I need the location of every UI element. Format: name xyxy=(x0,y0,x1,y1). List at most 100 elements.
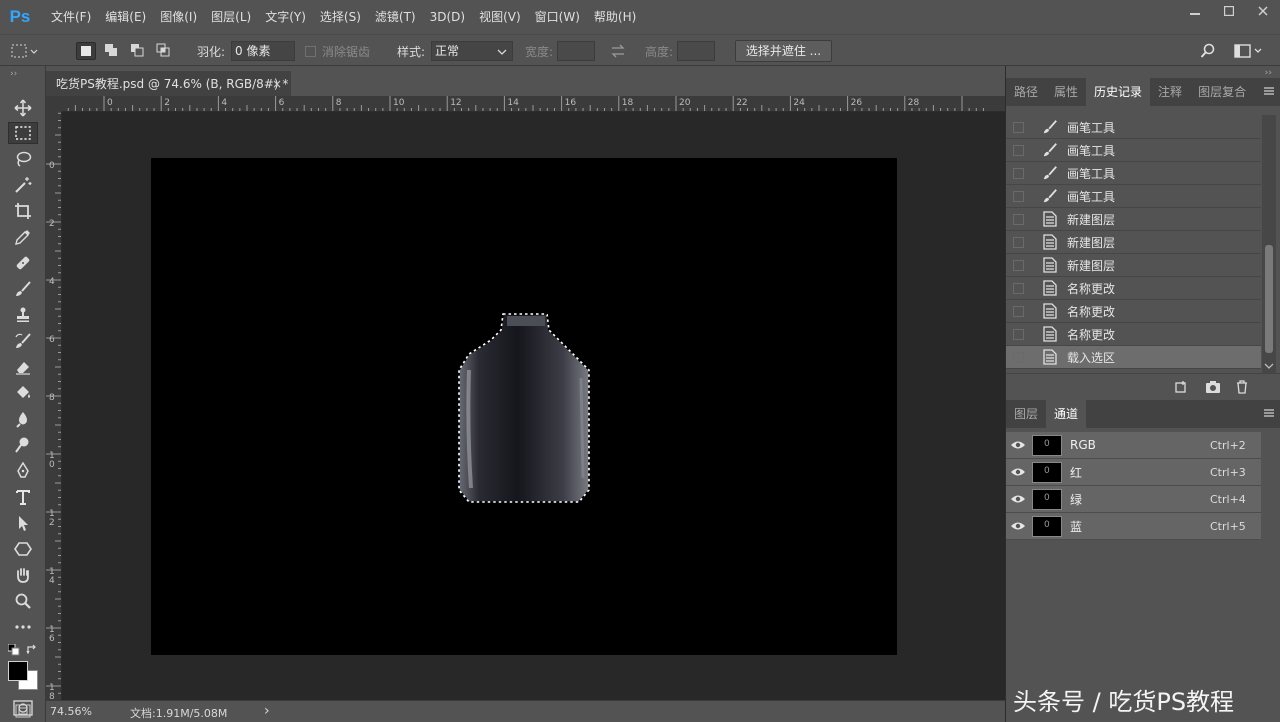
history-item[interactable]: 画笔工具 xyxy=(1006,116,1261,139)
maximize-button[interactable] xyxy=(1212,0,1246,22)
ruler-origin[interactable] xyxy=(46,96,62,112)
history-item[interactable]: 新建图层 xyxy=(1006,208,1261,231)
magic-wand-tool[interactable] xyxy=(8,174,38,196)
history-item[interactable]: 画笔工具 xyxy=(1006,162,1261,185)
vertical-ruler[interactable]: 024681012141618 xyxy=(46,112,62,700)
clone-stamp-tool[interactable] xyxy=(8,304,38,326)
menu-select[interactable]: 选择(S) xyxy=(313,0,368,34)
default-colors-button[interactable] xyxy=(7,643,20,659)
tab-channels[interactable]: 通道 xyxy=(1046,400,1087,428)
width-input[interactable] xyxy=(557,41,595,61)
visibility-eye-icon[interactable] xyxy=(1010,493,1026,505)
history-snapshot-checkbox[interactable] xyxy=(1013,351,1024,363)
visibility-eye-icon[interactable] xyxy=(1010,520,1026,532)
height-input[interactable] xyxy=(677,41,715,61)
zoom-level[interactable]: 74.56% xyxy=(50,705,92,718)
paint-bucket-tool[interactable] xyxy=(8,382,38,404)
brush-tool[interactable] xyxy=(8,278,38,300)
history-item[interactable]: 载入选区 xyxy=(1006,346,1261,369)
crop-tool[interactable] xyxy=(8,200,38,222)
antialias-checkbox-wrap[interactable]: 消除锯齿 xyxy=(305,35,370,67)
dodge-tool[interactable] xyxy=(8,434,38,456)
menu-file[interactable]: 文件(F) xyxy=(44,0,98,34)
eraser-tool[interactable] xyxy=(8,356,38,378)
history-brush-tool[interactable] xyxy=(8,330,38,352)
collapse-panels-icon[interactable]: ›› xyxy=(1265,68,1272,78)
visibility-eye-icon[interactable] xyxy=(1010,466,1026,478)
antialias-checkbox[interactable] xyxy=(305,45,316,57)
swap-dimensions-button[interactable] xyxy=(610,35,626,67)
history-snapshot-checkbox[interactable] xyxy=(1013,328,1024,340)
subtract-selection-button[interactable] xyxy=(128,42,148,60)
history-snapshot-checkbox[interactable] xyxy=(1013,259,1024,271)
select-and-mask-button[interactable]: 选择并遮住 ... xyxy=(735,40,832,62)
trash-icon[interactable] xyxy=(1235,380,1249,394)
healing-brush-tool[interactable] xyxy=(8,252,38,274)
history-snapshot-checkbox[interactable] xyxy=(1013,190,1024,202)
canvas-workspace[interactable] xyxy=(62,112,1005,700)
history-snapshot-checkbox[interactable] xyxy=(1013,167,1024,179)
history-item[interactable]: 画笔工具 xyxy=(1006,185,1261,208)
history-scrollbar[interactable] xyxy=(1262,115,1276,373)
history-snapshot-checkbox[interactable] xyxy=(1013,282,1024,294)
screen-mode-icon[interactable] xyxy=(15,704,31,718)
eyedropper-tool[interactable] xyxy=(8,226,38,248)
channels-panel-menu-icon[interactable] xyxy=(1263,407,1275,419)
menu-filter[interactable]: 滤镜(T) xyxy=(368,0,423,34)
new-document-from-state-icon[interactable] xyxy=(1174,380,1188,394)
menu-layer[interactable]: 图层(L) xyxy=(204,0,258,34)
style-select[interactable]: 正常 xyxy=(431,41,513,61)
tab-history[interactable]: 历史记录 xyxy=(1086,78,1151,106)
intersect-selection-button[interactable] xyxy=(154,42,174,60)
history-snapshot-checkbox[interactable] xyxy=(1013,144,1024,156)
scroll-down-icon[interactable] xyxy=(1264,362,1274,370)
history-snapshot-checkbox[interactable] xyxy=(1013,305,1024,317)
more-tools-button[interactable] xyxy=(8,616,38,638)
history-item[interactable]: 名称更改 xyxy=(1006,300,1261,323)
history-scroll-thumb[interactable] xyxy=(1265,245,1273,353)
status-menu-arrow[interactable]: › xyxy=(264,703,270,719)
history-item[interactable]: 画笔工具 xyxy=(1006,139,1261,162)
rectangular-marquee-tool[interactable] xyxy=(8,122,38,144)
collapse-toolbar-icon[interactable]: ›› xyxy=(10,69,17,79)
history-item[interactable]: 新建图层 xyxy=(1006,254,1261,277)
history-snapshot-checkbox[interactable] xyxy=(1013,213,1024,225)
document-tab[interactable]: 吃货PS教程.psd @ 74.6% (B, RGB/8#) * × xyxy=(46,70,291,96)
tab-layer-comps[interactable]: 图层复合 xyxy=(1190,78,1254,106)
horizontal-ruler[interactable]: 20246810121416182022242628 xyxy=(62,96,1005,112)
tool-preset-picker[interactable] xyxy=(6,35,42,67)
feather-input[interactable]: 0 像素 xyxy=(231,41,295,61)
history-item[interactable]: 名称更改 xyxy=(1006,323,1261,346)
path-selection-tool[interactable] xyxy=(8,512,38,534)
history-snapshot-checkbox[interactable] xyxy=(1013,121,1024,133)
panel-menu-icon[interactable] xyxy=(1263,85,1275,97)
menu-view[interactable]: 视图(V) xyxy=(472,0,528,34)
menu-help[interactable]: 帮助(H) xyxy=(587,0,643,34)
new-selection-button[interactable] xyxy=(76,42,96,60)
history-item[interactable]: 新建图层 xyxy=(1006,231,1261,254)
channel-row[interactable]: 0 红 Ctrl+3 xyxy=(1006,459,1261,486)
close-tab-icon[interactable]: × xyxy=(272,71,282,97)
move-tool[interactable] xyxy=(8,97,38,119)
type-tool[interactable] xyxy=(8,486,38,508)
pen-tool[interactable] xyxy=(8,460,38,482)
tab-layers[interactable]: 图层 xyxy=(1006,400,1046,428)
close-window-button[interactable] xyxy=(1246,0,1280,22)
history-snapshot-checkbox[interactable] xyxy=(1013,236,1024,248)
workspace-switcher[interactable] xyxy=(1234,35,1264,67)
tab-paths[interactable]: 路径 xyxy=(1006,78,1046,106)
menu-image[interactable]: 图像(I) xyxy=(153,0,204,34)
foreground-color-swatch[interactable] xyxy=(8,661,28,681)
menu-window[interactable]: 窗口(W) xyxy=(528,0,587,34)
hand-tool[interactable] xyxy=(8,564,38,586)
channel-row[interactable]: 0 蓝 Ctrl+5 xyxy=(1006,513,1261,540)
camera-icon[interactable] xyxy=(1205,380,1221,394)
tab-notes[interactable]: 注释 xyxy=(1150,78,1190,106)
channel-row[interactable]: 0 RGB Ctrl+2 xyxy=(1006,432,1261,459)
search-button[interactable] xyxy=(1200,35,1216,67)
add-selection-button[interactable] xyxy=(102,42,122,60)
shape-tool[interactable] xyxy=(8,538,38,560)
channel-row[interactable]: 0 绿 Ctrl+4 xyxy=(1006,486,1261,513)
minimize-button[interactable] xyxy=(1178,0,1212,22)
zoom-tool[interactable] xyxy=(8,590,38,612)
